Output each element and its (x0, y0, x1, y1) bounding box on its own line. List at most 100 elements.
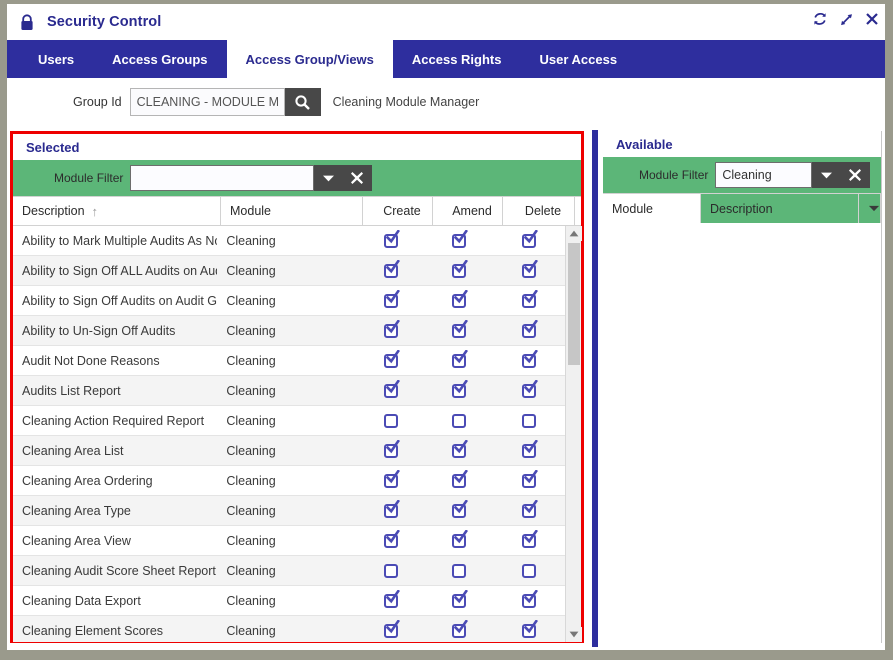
delete-checkbox[interactable] (522, 380, 539, 398)
delete-checkbox[interactable] (522, 350, 539, 368)
delete-checkbox[interactable] (522, 470, 539, 488)
check-glyph (523, 590, 539, 604)
group-id-input[interactable] (129, 88, 285, 116)
table-row[interactable]: Audit Not Done Reasons Cleaning (13, 346, 565, 376)
column-header-amend[interactable]: Amend (433, 197, 503, 225)
selected-table-scrollbar[interactable] (565, 226, 582, 642)
table-row[interactable]: Cleaning Data Export Cleaning (13, 586, 565, 616)
amend-checkbox[interactable] (452, 563, 467, 578)
delete-checkbox[interactable] (522, 290, 539, 308)
delete-checkbox[interactable] (522, 530, 539, 548)
check-glyph (454, 260, 469, 274)
delete-checkbox[interactable] (522, 230, 539, 248)
table-row[interactable]: Cleaning Area Type Cleaning (13, 496, 565, 526)
column-header-module[interactable]: Module (221, 197, 363, 225)
create-checkbox[interactable] (383, 590, 400, 608)
delete-checkbox[interactable] (522, 440, 539, 458)
tab-users[interactable]: Users (19, 40, 93, 78)
create-checkbox[interactable] (383, 413, 399, 428)
tab-access-rights[interactable]: Access Rights (393, 40, 521, 78)
window-title: Security Control (47, 14, 162, 30)
row-description: Cleaning Action Required Report (22, 413, 205, 428)
create-checkbox[interactable] (383, 350, 400, 368)
create-checkbox[interactable] (383, 380, 400, 398)
create-checkbox[interactable] (383, 500, 400, 518)
create-checkbox[interactable] (383, 290, 400, 308)
available-column-menu-button[interactable] (859, 194, 881, 223)
column-header-delete[interactable]: Delete (503, 197, 575, 225)
create-checkbox[interactable] (383, 320, 400, 338)
amend-checkbox[interactable] (452, 470, 469, 488)
check-glyph (454, 380, 469, 394)
create-checkbox[interactable] (383, 230, 400, 248)
amend-checkbox[interactable] (452, 290, 469, 308)
delete-checkbox[interactable] (522, 563, 537, 578)
available-filter-dropdown-button[interactable] (812, 162, 841, 188)
table-row[interactable]: Audits List Report Cleaning (13, 376, 565, 406)
amend-checkbox[interactable] (452, 620, 469, 638)
expand-icon[interactable] (839, 12, 854, 32)
table-row[interactable]: Ability to Un-Sign Off Audits Cleaning (13, 316, 565, 346)
amend-checkbox[interactable] (452, 590, 469, 608)
table-row[interactable]: Cleaning Action Required Report Cleaning (13, 406, 565, 436)
create-checkbox[interactable] (383, 620, 400, 638)
amend-checkbox[interactable] (452, 380, 469, 398)
column-header-create[interactable]: Create (363, 197, 433, 225)
delete-checkbox[interactable] (522, 320, 539, 338)
delete-checkbox[interactable] (522, 590, 539, 608)
amend-checkbox[interactable] (452, 260, 469, 278)
create-checkbox[interactable] (383, 470, 400, 488)
group-id-search-button[interactable] (284, 88, 321, 116)
column-header-description[interactable]: Description ↑ (13, 197, 221, 225)
table-row[interactable]: Cleaning Area View Cleaning (13, 526, 565, 556)
create-checkbox[interactable] (383, 530, 400, 548)
amend-cell (426, 470, 495, 488)
group-description-text: Cleaning Module Manager (332, 95, 480, 109)
create-checkbox[interactable] (383, 260, 400, 278)
amend-checkbox[interactable] (452, 320, 469, 338)
selected-module-filter-input[interactable] (130, 165, 315, 191)
delete-checkbox[interactable] (522, 500, 539, 518)
scrollbar-thumb[interactable] (568, 243, 580, 365)
selected-filter-dropdown-button[interactable] (314, 165, 343, 191)
scroll-down-icon[interactable] (566, 627, 582, 642)
table-row[interactable]: Ability to Mark Multiple Audits As Not..… (13, 226, 565, 256)
amend-checkbox[interactable] (452, 530, 469, 548)
amend-checkbox[interactable] (452, 413, 467, 428)
table-row[interactable]: Ability to Sign Off ALL Audits on Audit.… (13, 256, 565, 286)
available-filter-clear-button[interactable] (840, 162, 871, 188)
tab-access-group-views[interactable]: Access Group/Views (226, 40, 393, 78)
checkbox-box (383, 414, 398, 428)
table-row[interactable]: Cleaning Audit Score Sheet Report Cleanin… (13, 556, 565, 586)
table-row[interactable]: Cleaning Area Ordering Cleaning (13, 466, 565, 496)
close-icon[interactable] (865, 12, 879, 31)
table-row[interactable]: Ability to Sign Off Audits on Audit Gro.… (13, 286, 565, 316)
refresh-icon[interactable] (812, 11, 828, 32)
selected-filter-clear-button[interactable] (342, 165, 373, 191)
delete-checkbox[interactable] (522, 260, 539, 278)
available-column-header-description[interactable]: Description (701, 194, 859, 223)
table-row[interactable]: Cleaning Area List Cleaning (13, 436, 565, 466)
delete-checkbox[interactable] (522, 413, 537, 428)
scroll-up-icon[interactable] (566, 226, 582, 241)
tab-access-groups[interactable]: Access Groups (93, 40, 226, 78)
amend-checkbox[interactable] (452, 350, 469, 368)
scroll-down-glyph (569, 631, 579, 638)
amend-checkbox[interactable] (452, 230, 469, 248)
amend-checkbox[interactable] (452, 500, 469, 518)
check-glyph (385, 290, 400, 304)
row-description: Cleaning Data Export (22, 593, 141, 608)
available-column-header-module[interactable]: Module (603, 194, 701, 223)
delete-checkbox[interactable] (522, 620, 539, 638)
create-checkbox[interactable] (383, 440, 400, 458)
check-glyph (523, 440, 539, 454)
delete-cell (494, 530, 565, 548)
table-row[interactable]: Cleaning Element Scores Cleaning (13, 616, 565, 642)
amend-checkbox[interactable] (452, 440, 469, 458)
delete-cell (494, 440, 565, 458)
available-module-filter-input[interactable] (715, 162, 813, 188)
row-module: Cleaning (226, 383, 276, 398)
check-glyph (454, 320, 469, 334)
tab-user-access[interactable]: User Access (520, 40, 636, 78)
create-checkbox[interactable] (383, 563, 399, 578)
